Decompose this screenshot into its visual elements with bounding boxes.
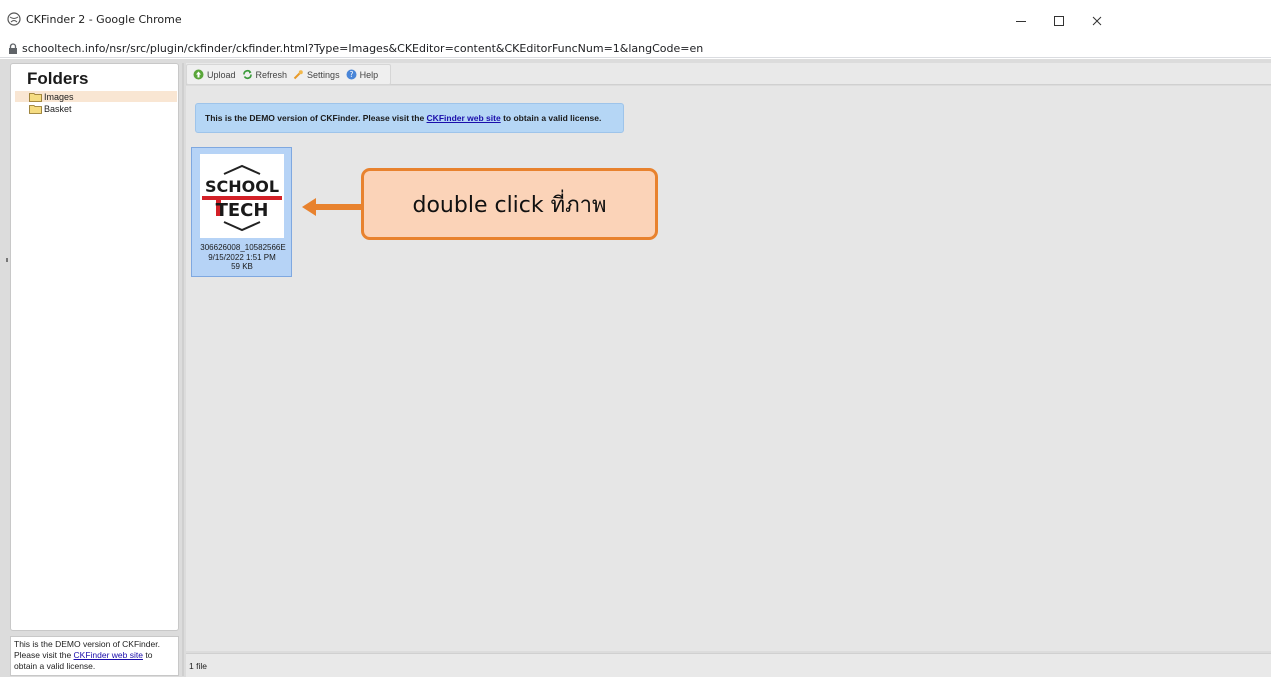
url-text[interactable]: schooltech.info/nsr/src/plugin/ckfinder/…	[22, 42, 703, 55]
file-size: 59 KB	[231, 262, 253, 271]
window-title: CKFinder 2 - Google Chrome	[26, 13, 182, 26]
help-label: Help	[359, 69, 379, 80]
file-thumbnail[interactable]: SCHOOL TECH	[200, 154, 284, 238]
window-titlebar: CKFinder 2 - Google Chrome	[0, 0, 1271, 40]
folder-icon	[29, 92, 42, 102]
minimize-icon	[1016, 21, 1026, 22]
edge-marker	[6, 258, 8, 262]
toolbar-group: Upload Refresh Settings ? Help	[186, 64, 391, 85]
sidebar-demo-notice: This is the DEMO version of CKFinder. Pl…	[10, 636, 179, 676]
minimize-button[interactable]	[1003, 8, 1039, 34]
close-button[interactable]	[1079, 8, 1115, 34]
svg-text:?: ?	[349, 70, 353, 79]
globe-icon	[7, 12, 21, 26]
refresh-icon	[242, 70, 252, 79]
folders-panel: Folders Images Basket	[10, 63, 179, 631]
folder-label: Basket	[44, 103, 72, 114]
file-item[interactable]: SCHOOL TECH 306626008_10582566E 9/15/202…	[191, 147, 292, 277]
refresh-label: Refresh	[255, 69, 288, 80]
folders-title: Folders	[27, 69, 89, 88]
refresh-button[interactable]: Refresh	[242, 66, 288, 84]
address-bar[interactable]: schooltech.info/nsr/src/plugin/ckfinder/…	[0, 40, 1271, 58]
upload-icon	[193, 69, 204, 80]
close-icon	[1092, 16, 1102, 26]
logo-line2: TECH	[216, 200, 269, 221]
help-button[interactable]: ? Help	[346, 66, 379, 84]
panel-splitter[interactable]	[182, 63, 184, 676]
wrench-icon	[293, 70, 303, 80]
logo-line1: SCHOOL	[205, 177, 279, 196]
callout-text: double click ที่ภาพ	[412, 192, 607, 218]
folder-label: Images	[44, 91, 74, 102]
lock-icon	[9, 43, 17, 54]
ckfinder-website-link[interactable]: CKFinder web site	[427, 113, 501, 123]
folder-item-basket[interactable]: Basket	[15, 103, 177, 114]
folder-icon	[29, 104, 42, 114]
settings-label: Settings	[307, 69, 340, 80]
help-icon: ?	[346, 69, 357, 80]
file-name: 306626008_10582566E	[200, 243, 286, 252]
toolbar: Upload Refresh Settings ? Help	[186, 63, 1271, 85]
file-count: 1 file	[189, 661, 207, 671]
maximize-button[interactable]	[1041, 8, 1077, 34]
folder-item-images[interactable]: Images	[15, 91, 177, 102]
file-date: 9/15/2022 1:51 PM	[208, 253, 276, 262]
instruction-callout: double click ที่ภาพ	[361, 168, 658, 240]
settings-button[interactable]: Settings	[293, 66, 340, 84]
ckfinder-website-link[interactable]: CKFinder web site	[74, 650, 143, 660]
files-panel: This is the DEMO version of CKFinder. Pl…	[186, 86, 1271, 651]
upload-button[interactable]: Upload	[193, 66, 236, 84]
callout-arrow-icon	[302, 198, 362, 216]
schooltech-logo: SCHOOL TECH	[202, 164, 282, 232]
maximize-icon	[1054, 16, 1064, 26]
demo-notice: This is the DEMO version of CKFinder. Pl…	[195, 103, 624, 133]
upload-label: Upload	[207, 69, 236, 80]
status-bar: 1 file	[186, 653, 1271, 677]
